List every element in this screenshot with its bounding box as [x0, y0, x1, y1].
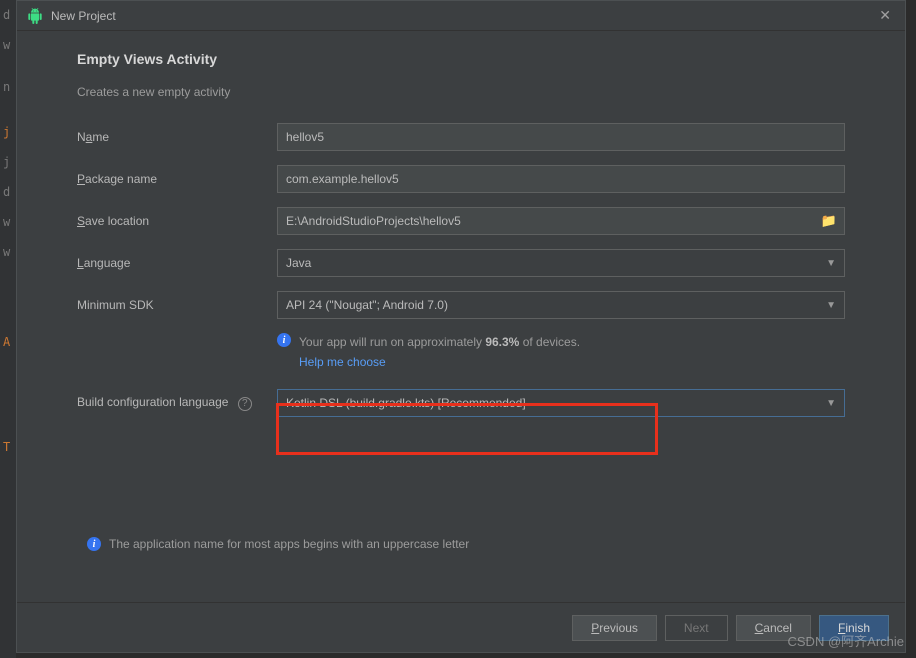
close-button[interactable]: ✕: [875, 5, 895, 26]
build-config-select[interactable]: Kotlin DSL (build.gradle.kts) [Recommend…: [277, 389, 845, 417]
package-input[interactable]: [277, 165, 845, 193]
titlebar: New Project ✕: [17, 1, 905, 31]
bg-char: w: [3, 38, 10, 52]
min-sdk-value: API 24 ("Nougat"; Android 7.0): [286, 298, 448, 312]
previous-button[interactable]: Previous: [572, 615, 657, 641]
chevron-down-icon: ▼: [826, 258, 836, 269]
page-subtitle: Creates a new empty activity: [77, 85, 845, 99]
bg-char: w: [3, 215, 10, 229]
language-select[interactable]: Java ▼: [277, 249, 845, 277]
new-project-dialog: New Project ✕ Empty Views Activity Creat…: [16, 0, 906, 653]
android-icon: [27, 8, 43, 24]
browse-folder-icon[interactable]: 📁: [821, 213, 837, 229]
bg-char: T: [3, 440, 10, 454]
bg-char: w: [3, 245, 10, 259]
next-button: Next: [665, 615, 728, 641]
build-config-label: Build configuration language ?: [77, 395, 277, 411]
package-label: Package name: [77, 172, 277, 186]
help-icon[interactable]: ?: [238, 397, 252, 411]
save-location-label: Save location: [77, 214, 277, 228]
bg-char: d: [3, 185, 10, 199]
app-name-hint: The application name for most apps begin…: [109, 537, 469, 551]
info-icon: i: [87, 537, 101, 551]
finish-button[interactable]: Finish: [819, 615, 889, 641]
titlebar-title: New Project: [51, 9, 875, 23]
name-input[interactable]: [277, 123, 845, 151]
info-icon: i: [277, 333, 291, 347]
language-value: Java: [286, 256, 311, 270]
language-label: Language: [77, 256, 277, 270]
cancel-button[interactable]: Cancel: [736, 615, 811, 641]
min-sdk-select[interactable]: API 24 ("Nougat"; Android 7.0) ▼: [277, 291, 845, 319]
bg-char: j: [3, 125, 10, 139]
bg-char: d: [3, 8, 10, 22]
save-location-input[interactable]: [277, 207, 845, 235]
min-sdk-label: Minimum SDK: [77, 298, 277, 312]
name-label: Name: [77, 130, 277, 144]
bg-char: n: [3, 80, 10, 94]
chevron-down-icon: ▼: [826, 300, 836, 311]
device-coverage-text: Your app will run on approximately 96.3%…: [299, 333, 580, 371]
help-choose-link[interactable]: Help me choose: [299, 353, 580, 371]
dialog-content: Empty Views Activity Creates a new empty…: [17, 31, 905, 602]
dialog-footer: Previous Next Cancel Finish: [17, 602, 905, 652]
bg-char: j: [3, 155, 10, 169]
bg-char: A: [3, 335, 10, 349]
chevron-down-icon: ▼: [826, 398, 836, 409]
build-config-value: Kotlin DSL (build.gradle.kts) [Recommend…: [286, 396, 526, 410]
page-title: Empty Views Activity: [77, 51, 845, 67]
